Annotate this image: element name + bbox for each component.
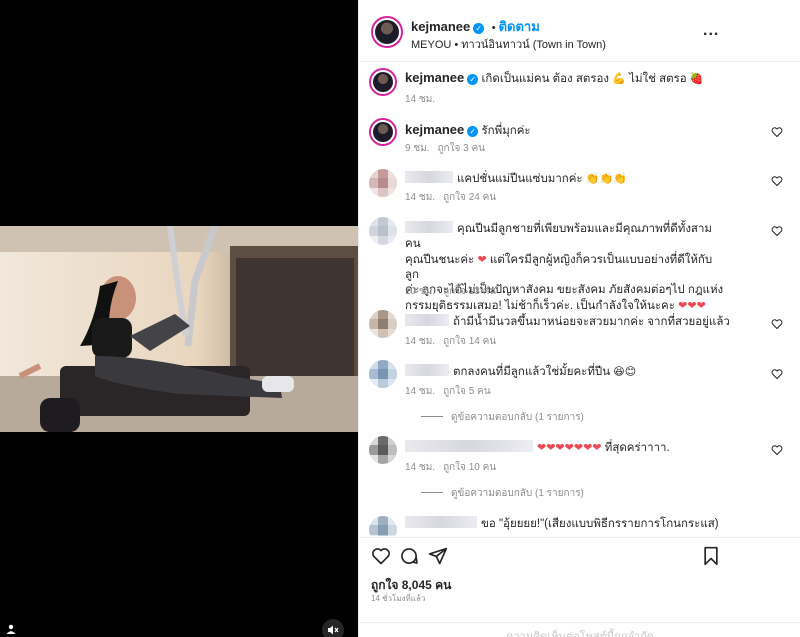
clapping-hands-emoji: 👏👏👏 bbox=[585, 172, 627, 185]
comment-avatar[interactable] bbox=[369, 217, 397, 245]
follow-button[interactable]: ติดตาม bbox=[499, 19, 540, 34]
like-comment-heart-icon[interactable] bbox=[771, 225, 783, 237]
comment-username[interactable]: kejmanee bbox=[405, 122, 464, 137]
comment-text-line-2a: คุณปีนชนะค่ะ bbox=[405, 254, 475, 266]
share-paper-plane-icon[interactable] bbox=[428, 546, 448, 566]
comment-text: ถ้ามีน้ำมีนวลขึ้นมาหน่อยจะสวยมากค่ะ จากท… bbox=[453, 316, 730, 328]
caption-text: เกิดเป็นแม่คน ต้อง สตรอง bbox=[481, 73, 610, 85]
comment-avatar[interactable] bbox=[369, 169, 397, 197]
post-media[interactable] bbox=[0, 0, 358, 637]
comment-text: ขอ "อุ้ยยยย!"(เสียงแบบพิธีกรรายการโกนกระ… bbox=[481, 518, 719, 530]
caption-username[interactable]: kejmanee bbox=[405, 70, 464, 85]
comment-time: 9 ชม. bbox=[405, 143, 430, 154]
comment-item: ขอ "อุ้ยยยย!"(เสียงแบบพิธีกรรายการโกนกระ… bbox=[369, 514, 741, 536]
comment-text: ที่สุดคร่าาาา. bbox=[604, 442, 670, 454]
author-username[interactable]: kejmanee bbox=[411, 19, 470, 34]
post-header: kejmanee ✓ • ติดตาม MEYOU • ทาวน์อินทาวน์ … bbox=[359, 0, 800, 62]
comment-bubble-icon[interactable] bbox=[399, 546, 419, 566]
post-location[interactable]: MEYOU • ทาวน์อินทาวน์ (Town in Town) bbox=[411, 35, 606, 53]
comment-item: ถ้ามีน้ำมีนวลขึ้นมาหน่อยจะสวยมากค่ะ จากท… bbox=[369, 310, 783, 350]
caption-time: 14 ชม. bbox=[405, 94, 436, 105]
caption-text-2: ไม่ใช่ สตรอ bbox=[629, 73, 687, 85]
blurred-username[interactable] bbox=[405, 314, 449, 326]
red-hearts-emoji: ❤❤❤❤❤❤❤ bbox=[537, 441, 602, 454]
comment-avatar[interactable] bbox=[369, 436, 397, 464]
post-timestamp[interactable]: 14 ชั่วโมงที่แล้ว bbox=[371, 592, 425, 605]
post-details-panel: kejmanee ✓ • ติดตาม MEYOU • ทาวน์อินทาวน์ … bbox=[358, 0, 800, 637]
like-comment-heart-icon[interactable] bbox=[771, 318, 783, 330]
comment-avatar[interactable] bbox=[369, 516, 397, 536]
comment-item: ❤❤❤❤❤❤❤ ที่สุดคร่าาาา. 14 ชม. ถูกใจ 10 คน… bbox=[369, 436, 783, 508]
instagram-post-modal: kejmanee ✓ • ติดตาม MEYOU • ทาวน์อินทาวน์ … bbox=[0, 0, 800, 637]
like-comment-heart-icon[interactable] bbox=[771, 175, 783, 187]
gym-photo-illustration bbox=[0, 226, 358, 432]
comment-likes[interactable]: ถูกใจ 14 คน bbox=[443, 336, 496, 347]
like-comment-heart-icon[interactable] bbox=[771, 444, 783, 456]
comment-item: kejmanee ✓ รักพี่มุกค่ะ 9 ชม. ถูกใจ 3 คน bbox=[369, 118, 783, 158]
comment-text: รักพี่มุกค่ะ bbox=[481, 125, 531, 137]
comment-avatar[interactable] bbox=[369, 118, 397, 146]
comment-likes[interactable]: ถูกใจ 10 คน bbox=[443, 462, 496, 473]
verified-badge-icon: ✓ bbox=[467, 126, 479, 137]
comment-item: ตกลงคนที่มีลูกแล้วใช่มั้ยคะที่ปีน 😆😊 14 … bbox=[369, 360, 783, 432]
comment-time: 14 ชม. bbox=[405, 462, 436, 473]
comment-avatar[interactable] bbox=[369, 360, 397, 388]
view-replies-button[interactable]: ดูข้อความตอบกลับ (1 รายการ) bbox=[421, 486, 584, 501]
post-caption: kejmanee ✓ เกิดเป็นแม่คน ต้อง สตรอง 💪 ไม่… bbox=[369, 68, 741, 108]
verified-badge-icon: ✓ bbox=[473, 23, 485, 34]
mute-button[interactable] bbox=[322, 619, 344, 637]
comment-likes[interactable]: ถูกใจ 3 คน bbox=[438, 143, 486, 154]
blurred-username[interactable] bbox=[405, 440, 533, 452]
comment-time: 10 ชม. bbox=[405, 286, 436, 297]
like-comment-heart-icon[interactable] bbox=[771, 368, 783, 380]
author-avatar[interactable] bbox=[371, 16, 403, 48]
strawberry-emoji: 🍓 bbox=[689, 72, 704, 85]
comment-item: คุณปีนมีลูกชายที่เพียบพร้อมและมีคุณภาพที… bbox=[369, 217, 783, 312]
like-heart-icon[interactable] bbox=[371, 546, 391, 566]
view-replies-button[interactable]: ดูข้อความตอบกลับ (1 รายการ) bbox=[421, 410, 584, 425]
comment-text: ตกลงคนที่มีลูกแล้วใช่มั้ยคะที่ปีน bbox=[453, 366, 611, 378]
comment-likes[interactable]: ถูกใจ 13 คน bbox=[443, 286, 496, 297]
tagged-user-icon[interactable] bbox=[6, 624, 16, 634]
comment-item: แคปชั่นแม่ปีนแซ่บมากค่ะ 👏👏👏 14 ชม. ถูกใจ … bbox=[369, 167, 783, 207]
like-comment-heart-icon[interactable] bbox=[771, 126, 783, 138]
speaker-off-icon bbox=[328, 625, 339, 635]
comment-text: แคปชั่นแม่ปีนแซ่บมากค่ะ bbox=[457, 173, 583, 185]
blurred-username[interactable] bbox=[405, 364, 449, 376]
blurred-username[interactable] bbox=[405, 516, 477, 528]
blurred-username[interactable] bbox=[405, 171, 453, 183]
comments-limited-notice: ความคิดเห็นต่อโพสต์นี้ถูกจำกัด bbox=[359, 622, 800, 637]
blurred-username[interactable] bbox=[405, 221, 453, 233]
more-options-icon[interactable]: ... bbox=[703, 22, 719, 40]
comment-likes[interactable]: ถูกใจ 5 คน bbox=[443, 386, 491, 397]
comment-time: 14 ชม. bbox=[405, 336, 436, 347]
flexed-biceps-emoji: 💪 bbox=[612, 72, 626, 85]
verified-badge-icon: ✓ bbox=[467, 74, 479, 85]
comment-time: 14 ชม. bbox=[405, 192, 436, 203]
comment-likes[interactable]: ถูกใจ 24 คน bbox=[443, 192, 496, 203]
red-heart-emoji: ❤ bbox=[477, 253, 487, 266]
laughing-emoji: 😆😊 bbox=[613, 365, 637, 378]
post-photo[interactable] bbox=[0, 226, 358, 432]
caption-avatar[interactable] bbox=[369, 68, 397, 96]
comment-avatar[interactable] bbox=[369, 310, 397, 338]
comment-time: 14 ชม. bbox=[405, 386, 436, 397]
save-bookmark-icon[interactable] bbox=[702, 546, 720, 566]
